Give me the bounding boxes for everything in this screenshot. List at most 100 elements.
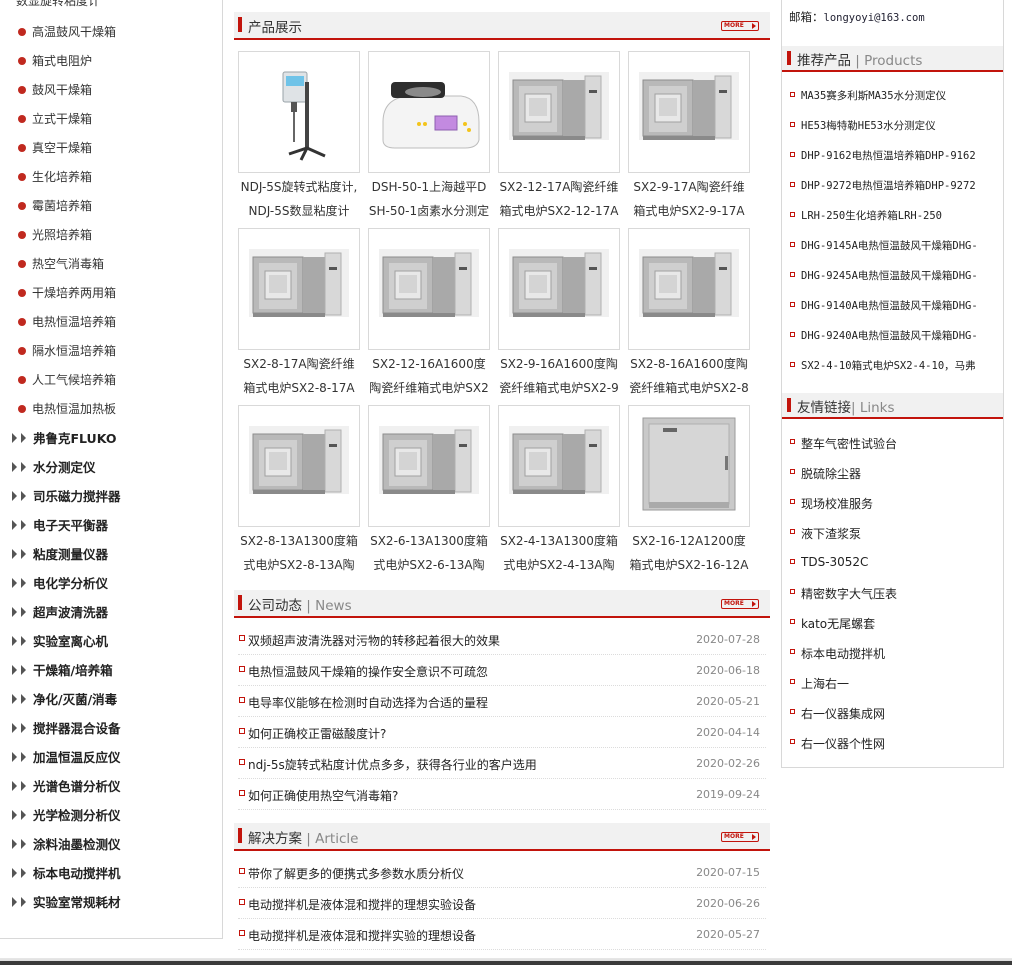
product-image[interactable] [238,405,360,527]
right-list-link[interactable]: 上海右一 [801,675,997,692]
sidebar-category-item[interactable]: 加温恒温反应仪 [0,742,222,771]
news-title-link[interactable]: ndj-5s旋转式粘度计优点多多，获得各行业的客户选用 [248,756,537,773]
product-caption[interactable]: SX2-8-16A1600度陶瓷纤维箱式电炉SX2-8- [628,352,750,400]
sidebar-subcategory-item[interactable]: 人工气候培养箱 [0,365,222,394]
right-list-item[interactable]: HE53梅特勒HE53水分测定仪 [782,110,1003,140]
sidebar-subcategory-item[interactable]: 干燥培养两用箱 [0,278,222,307]
right-list-item[interactable]: 上海右一 [782,667,1003,697]
news-row[interactable]: 带你了解更多的便携式多参数水质分析仪 2020-07-15 [238,857,766,888]
solutions-more-button[interactable]: MORE [721,832,759,842]
news-title-link[interactable]: 双频超声波清洗器对污物的转移起着很大的效果 [248,632,500,649]
sidebar-category-item[interactable]: 光谱色谱分析仪 [0,771,222,800]
right-list-link[interactable]: 脱硫除尘器 [801,465,997,482]
right-list-link[interactable]: TDS-3052C [801,555,997,569]
right-list-link[interactable]: DHG-9245A电热恒温鼓风干燥箱DHG- [801,268,997,283]
sidebar-subcategory-item[interactable]: 热空气消毒箱 [0,249,222,278]
news-more-button[interactable]: MORE [721,599,759,609]
right-list-link[interactable]: LRH-250生化培养箱LRH-250 [801,208,997,223]
sidebar-category-item[interactable]: 标本电动搅拌机 [0,858,222,887]
right-list-item[interactable]: 右一仪器个性网 [782,727,1003,757]
right-list-item[interactable]: kato无尾螺套 [782,607,1003,637]
news-row[interactable]: 电动搅拌机是液体混和搅拌实验的理想设备 2020-05-27 [238,919,766,950]
sidebar-subcategory-item[interactable]: 箱式电阻炉 [0,46,222,75]
product-image[interactable] [368,51,490,173]
sidebar-category-item[interactable]: 净化/灭菌/消毒 [0,684,222,713]
product-card[interactable]: SX2-8-16A1600度陶瓷纤维箱式电炉SX2-8- [628,228,752,400]
news-title-link[interactable]: 如何正确校正雷磁酸度计? [248,725,386,742]
product-image[interactable] [238,51,360,173]
right-list-item[interactable]: MA35赛多利斯MA35水分测定仪 [782,80,1003,110]
product-card[interactable]: SX2-6-13A1300度箱式电炉SX2-6-13A陶瓷纤 [368,405,492,577]
sidebar-subcategory-item[interactable]: 鼓风干燥箱 [0,75,222,104]
product-caption[interactable]: SX2-8-13A1300度箱式电炉SX2-8-13A陶瓷纤 [238,529,360,577]
product-card[interactable]: SX2-8-17A陶瓷纤维箱式电炉SX2-8-17A马弗 [238,228,362,400]
sidebar-category-item[interactable]: 超声波清洗器 [0,597,222,626]
news-title-link[interactable]: 带你了解更多的便携式多参数水质分析仪 [248,865,464,882]
news-row[interactable]: 如何正确使用热空气消毒箱? 2019-09-24 [238,779,766,810]
right-list-item[interactable]: 整车气密性试验台 [782,427,1003,457]
email-link[interactable]: longyoyi@163.com [824,12,925,24]
news-title-link[interactable]: 电热恒温鼓风干燥箱的操作安全意识不可疏忽 [248,663,488,680]
right-list-link[interactable]: DHG-9240A电热恒温鼓风干燥箱DHG- [801,328,997,343]
product-card[interactable]: SX2-4-13A1300度箱式电炉SX2-4-13A陶瓷纤 [498,405,622,577]
product-image[interactable] [498,51,620,173]
right-list-item[interactable]: 右一仪器集成网 [782,697,1003,727]
right-list-link[interactable]: HE53梅特勒HE53水分测定仪 [801,118,997,133]
sidebar-subcategory-item[interactable]: 生化培养箱 [0,162,222,191]
right-list-item[interactable]: 现场校准服务 [782,487,1003,517]
sidebar-category-item[interactable]: 光学检测分析仪 [0,800,222,829]
news-row[interactable]: 电导率仪能够在检测时自动选择为合适的量程 2020-05-21 [238,686,766,717]
right-list-link[interactable]: 精密数字大气压表 [801,585,997,602]
sidebar-subcategory-item[interactable]: 电热恒温加热板 [0,394,222,423]
sidebar-category-item[interactable]: 司乐磁力搅拌器 [0,481,222,510]
right-list-item[interactable]: DHP-9162电热恒温培养箱DHP-9162 [782,140,1003,170]
product-card[interactable]: DSH-50-1上海越平DSH-50-1卤素水分测定仪, [368,51,492,223]
right-list-link[interactable]: 液下渣浆泵 [801,525,997,542]
news-row[interactable]: 如何正确校正雷磁酸度计? 2020-04-14 [238,717,766,748]
right-list-link[interactable]: MA35赛多利斯MA35水分测定仪 [801,88,997,103]
product-image[interactable] [498,405,620,527]
product-caption[interactable]: SX2-16-12A1200度箱式电炉SX2-16-12A陶瓷纤 [628,529,750,577]
news-title-link[interactable]: 电动搅拌机是液体混和搅拌的理想实验设备 [248,896,476,913]
product-caption[interactable]: SX2-6-13A1300度箱式电炉SX2-6-13A陶瓷纤 [368,529,490,577]
product-image[interactable] [498,228,620,350]
news-title-link[interactable]: 电动搅拌机是液体混和搅拌实验的理想设备 [248,927,476,944]
right-list-link[interactable]: DHG-9140A电热恒温鼓风干燥箱DHG- [801,298,997,313]
sidebar-category-item[interactable]: 搅拌器混合设备 [0,713,222,742]
product-image[interactable] [628,51,750,173]
right-list-link[interactable]: 现场校准服务 [801,495,997,512]
sidebar-category-item[interactable]: 干燥箱/培养箱 [0,655,222,684]
sidebar-category-item[interactable]: 电化学分析仪 [0,568,222,597]
news-title-link[interactable]: 电导率仪能够在检测时自动选择为合适的量程 [248,694,488,711]
right-list-item[interactable]: DHP-9272电热恒温培养箱DHP-9272 [782,170,1003,200]
sidebar-category-item[interactable]: 粘度测量仪器 [0,539,222,568]
right-list-item[interactable]: 精密数字大气压表 [782,577,1003,607]
right-list-item[interactable]: DHG-9245A电热恒温鼓风干燥箱DHG- [782,260,1003,290]
sidebar-subcategory-item[interactable]: 高温鼓风干燥箱 [0,17,222,46]
product-caption[interactable]: SX2-12-17A陶瓷纤维箱式电炉SX2-12-17A马弗 [498,175,620,223]
right-list-item[interactable]: 脱硫除尘器 [782,457,1003,487]
right-list-item[interactable]: DHG-9145A电热恒温鼓风干燥箱DHG- [782,230,1003,260]
right-list-item[interactable]: DHG-9140A电热恒温鼓风干燥箱DHG- [782,290,1003,320]
sidebar-category-item[interactable]: 水分测定仪 [0,452,222,481]
sidebar-subcategory-item[interactable]: 光照培养箱 [0,220,222,249]
product-card[interactable]: SX2-8-13A1300度箱式电炉SX2-8-13A陶瓷纤 [238,405,362,577]
product-card[interactable]: SX2-9-17A陶瓷纤维箱式电炉SX2-9-17A马弗 [628,51,752,223]
sidebar-category-item[interactable]: 涂料油墨检测仪 [0,829,222,858]
sidebar-subcategory-item[interactable]: 霉菌培养箱 [0,191,222,220]
right-list-link[interactable]: kato无尾螺套 [801,615,997,632]
product-caption[interactable]: DSH-50-1上海越平DSH-50-1卤素水分测定仪, [368,175,490,223]
product-caption[interactable]: SX2-9-17A陶瓷纤维箱式电炉SX2-9-17A马弗 [628,175,750,223]
product-card[interactable]: SX2-9-16A1600度陶瓷纤维箱式电炉SX2-9- [498,228,622,400]
news-row[interactable]: ndj-5s旋转式粘度计优点多多，获得各行业的客户选用 2020-02-26 [238,748,766,779]
right-list-item[interactable]: 标本电动搅拌机 [782,637,1003,667]
news-title-link[interactable]: 如何正确使用热空气消毒箱? [248,787,398,804]
right-list-link[interactable]: DHP-9162电热恒温培养箱DHP-9162 [801,148,997,163]
right-list-item[interactable]: 液下渣浆泵 [782,517,1003,547]
news-row[interactable]: 电动搅拌机是液体混和搅拌的理想实验设备 2020-06-26 [238,888,766,919]
product-card[interactable]: SX2-12-16A1600度陶瓷纤维箱式电炉SX2-12- [368,228,492,400]
right-list-item[interactable]: DHG-9240A电热恒温鼓风干燥箱DHG- [782,320,1003,350]
right-list-link[interactable]: DHG-9145A电热恒温鼓风干燥箱DHG- [801,238,997,253]
sidebar-category-item[interactable]: 弗鲁克FLUKO [0,423,222,452]
product-card[interactable]: NDJ-5S旋转式粘度计,NDJ-5S数显粘度计 [238,51,362,223]
